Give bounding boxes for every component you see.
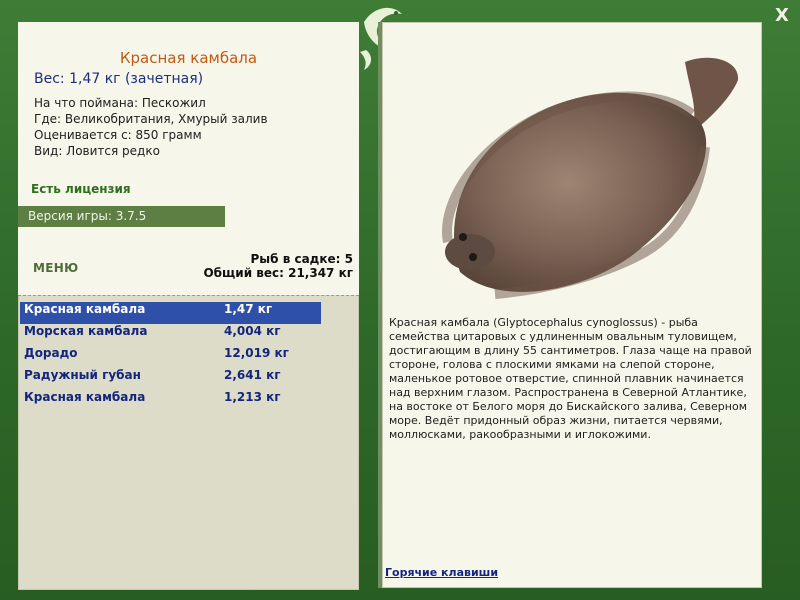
fish-count: Рыб в садке: 5 bbox=[250, 252, 354, 266]
catch-name: Красная камбала bbox=[24, 302, 146, 316]
fish-description: Красная камбала (Glyptocephalus cynoglos… bbox=[389, 316, 752, 441]
list-item[interactable]: Дорадо 12,019 кг bbox=[20, 346, 321, 368]
total-weight: Общий вес: 21,347 кг bbox=[203, 266, 353, 280]
info-rarity: Вид: Ловится редко bbox=[34, 144, 160, 158]
right-panel: Красная камбала (Glyptocephalus cynoglos… bbox=[378, 22, 762, 588]
catch-name: Морская камбала bbox=[24, 324, 148, 338]
list-item[interactable]: Красная камбала 1,213 кг bbox=[20, 390, 321, 412]
catch-list: Красная камбала 1,47 кг Морская камбала … bbox=[20, 302, 321, 412]
hotkeys-link[interactable]: Горячие клавиши bbox=[385, 566, 498, 579]
catch-weight: 12,019 кг bbox=[224, 346, 289, 360]
menu-button[interactable]: МЕНЮ bbox=[33, 261, 78, 275]
list-item[interactable]: Красная камбала 1,47 кг bbox=[20, 302, 321, 324]
fish-info-section: Красная камбала Вес: 1,47 кг (зачетная) … bbox=[18, 22, 359, 295]
game-version: Версия игры: 3.7.5 bbox=[18, 206, 225, 227]
flounder-image bbox=[442, 57, 739, 299]
fish-weight: Вес: 1,47 кг (зачетная) bbox=[34, 71, 204, 87]
catch-weight: 4,004 кг bbox=[224, 324, 281, 338]
fish-title: Красная камбала bbox=[119, 49, 258, 67]
info-bait: На что поймана: Пескожил bbox=[34, 96, 206, 110]
close-icon[interactable]: X bbox=[772, 6, 792, 26]
app-frame: X Красная камбала Вес: 1,47 кг (зачетная… bbox=[0, 0, 800, 600]
divider bbox=[18, 295, 359, 296]
left-panel: Красная камбала Вес: 1,47 кг (зачетная) … bbox=[18, 22, 359, 590]
keepnet-stats: Рыб в садке: 5 Общий вес: 21,347 кг bbox=[153, 252, 353, 280]
catch-weight: 1,213 кг bbox=[224, 390, 281, 404]
info-location: Где: Великобритания, Хмурый залив bbox=[34, 112, 268, 126]
info-min-weight: Оценивается с: 850 грамм bbox=[34, 128, 202, 142]
catch-weight: 1,47 кг bbox=[224, 302, 273, 316]
catch-name: Радужный губан bbox=[24, 368, 141, 382]
list-item[interactable]: Радужный губан 2,641 кг bbox=[20, 368, 321, 390]
catch-name: Дорадо bbox=[24, 346, 78, 360]
catch-name: Красная камбала bbox=[24, 390, 146, 404]
license-status: Есть лицензия bbox=[31, 182, 131, 196]
list-item[interactable]: Морская камбала 4,004 кг bbox=[20, 324, 321, 346]
catch-weight: 2,641 кг bbox=[224, 368, 281, 382]
